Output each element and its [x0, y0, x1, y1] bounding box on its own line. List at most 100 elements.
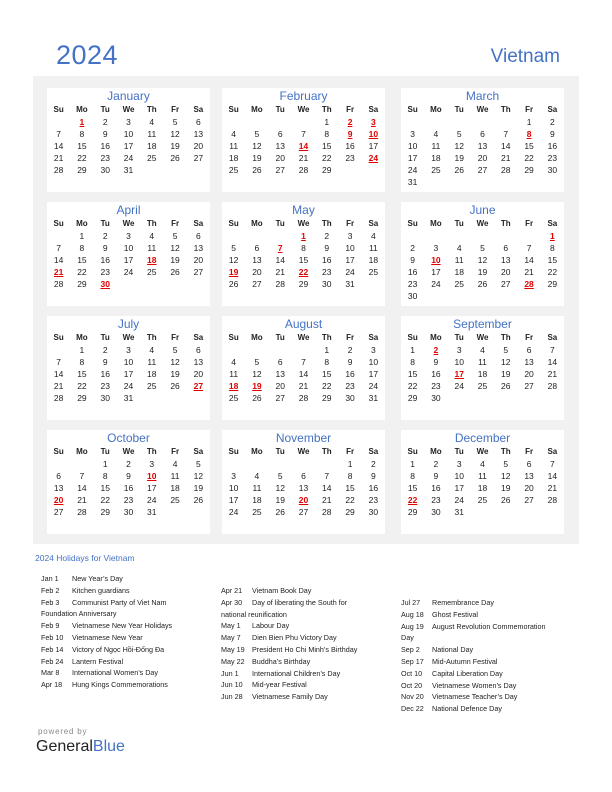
day-cell: 23	[100, 267, 110, 277]
holiday-name: National Day	[432, 645, 474, 655]
day-cell: 4	[456, 243, 462, 253]
holiday-day-cell: 21	[53, 267, 64, 277]
day-cell: 16	[547, 141, 558, 151]
day-cell: 11	[229, 141, 239, 151]
holiday-day-cell: 9	[347, 129, 353, 139]
day-cell: 9	[347, 357, 353, 367]
day-cell: 22	[77, 381, 87, 391]
weekday-label: Tu	[100, 447, 110, 456]
day-cell: 18	[170, 483, 180, 493]
weekday-label: Sa	[193, 447, 204, 456]
day-cell: 7	[503, 129, 509, 139]
empty-cell	[292, 458, 315, 470]
day-cell: 26	[193, 495, 204, 505]
weekday-label: Tu	[100, 333, 110, 342]
day-cell: 1	[410, 345, 415, 355]
day-cell: 23	[345, 381, 355, 391]
day-grid: Su Mo Tu We Th Fr Sa 1 2 3 4 5 6 7 8 9 10 11 12 13 14 15 16 17 1…	[47, 331, 210, 404]
day-cell: 15	[407, 369, 418, 379]
holiday-name: Vietnam Book Day	[252, 586, 312, 595]
day-cell: 29	[77, 393, 87, 403]
holiday-column-2: Apr 21 Vietnam Book Day Apr 30 Day of liber…	[221, 585, 357, 703]
day-cell: 26	[501, 381, 511, 391]
month-title: January	[107, 89, 150, 103]
day-cell: 10	[123, 129, 134, 139]
holiday-item: Mar 8 International Women’s Day	[41, 667, 172, 679]
holiday-column-3: Jul 27 Remembrance Day Aug 18 Ghost Festiva…	[401, 597, 545, 715]
day-cell: 7	[549, 345, 555, 355]
holiday-name: Vietnamese Women’s Day	[432, 680, 517, 690]
day-cell: 6	[195, 345, 201, 355]
day-cell: 6	[277, 129, 283, 139]
day-cell: 10	[407, 141, 418, 151]
weekday-label: Mo	[76, 333, 88, 342]
holiday-day-cell: 20	[298, 495, 309, 505]
day-cell: 13	[275, 141, 285, 151]
day-grid: Su Mo Tu We Th Fr Sa 1 2 3 4 5 6 7 8 9 10 11 12 13 14 15 16 17 1…	[222, 445, 385, 518]
day-grid: Su Mo Tu We Th Fr Sa 1 2 3 4 5 6 7 8 9 10 11 12 13 14 15 16 17 1…	[47, 445, 210, 518]
day-cell: 23	[407, 279, 418, 289]
day-cell: 2	[102, 117, 108, 127]
empty-cell	[315, 458, 338, 470]
day-cell: 15	[345, 483, 355, 493]
day-cell: 12	[275, 483, 285, 493]
day-cell: 6	[277, 357, 283, 367]
day-cell: 25	[477, 495, 488, 505]
holiday-day-cell: 2	[347, 117, 353, 127]
holiday-name: Vietnamese Teacher’s Day	[432, 692, 518, 702]
day-cell: 8	[410, 471, 415, 481]
day-cell: 20	[275, 381, 285, 391]
empty-cell	[448, 116, 471, 128]
day-cell: 8	[324, 357, 330, 367]
day-cell: 9	[102, 243, 108, 253]
day-cell: 16	[100, 255, 110, 265]
day-cell: 7	[324, 471, 330, 481]
day-cell: 14	[322, 483, 332, 493]
day-cell: 31	[368, 393, 379, 403]
month-september: September Su Mo Tu We Th Fr Sa 1 2 3 4 5 6 7 8 9 10 11 12 13…	[401, 316, 564, 420]
day-cell: 3	[410, 129, 415, 139]
day-cell: 8	[102, 471, 108, 481]
day-cell: 31	[123, 393, 134, 403]
holiday-item: Apr 18 Hung Kings Commemorations	[41, 679, 172, 691]
weekday-label: Fr	[525, 219, 534, 228]
day-cell: 14	[53, 141, 64, 151]
day-cell: 5	[480, 243, 485, 253]
day-grid: Su Mo Tu We Th Fr Sa 1 2 3 4 5 6 7 8 9 10 11 12 13 14 15 16 17 1…	[222, 217, 385, 290]
day-cell: 30	[345, 393, 355, 403]
day-cell: 29	[100, 507, 110, 517]
day-cell: 30	[100, 393, 110, 403]
empty-cell	[401, 116, 424, 128]
weekday-label: Fr	[171, 333, 180, 342]
holiday-item: Oct 20 Vietnamese Women’s Day	[401, 680, 545, 692]
weekday-label: Su	[53, 219, 64, 228]
day-cell: 29	[77, 165, 87, 175]
month-may: May Su Mo Tu We Th Fr Sa 1 2 3 4 5 6 7 8 9 10 11 12 13 14 15 16…	[222, 202, 385, 306]
day-cell: 12	[477, 255, 488, 265]
day-cell: 27	[193, 153, 204, 163]
day-cell: 12	[170, 357, 180, 367]
day-cell: 5	[231, 243, 236, 253]
holiday-item: Oct 10 Capital Liberation Day	[401, 668, 545, 680]
day-cell: 29	[407, 507, 418, 517]
day-cell: 23	[123, 495, 134, 505]
month-title: February	[279, 89, 328, 103]
holiday-day-cell: 22	[298, 267, 309, 277]
day-cell: 17	[123, 141, 134, 151]
day-cell: 11	[147, 129, 157, 139]
day-cell: 29	[77, 279, 87, 289]
holiday-name: National Defence Day	[432, 704, 502, 714]
day-cell: 12	[252, 369, 262, 379]
month-august: August Su Mo Tu We Th Fr Sa 1 2 3 4 5 6 7 8 9 10 11 12 13 14 1…	[222, 316, 385, 420]
generalblue-logo[interactable]: GeneralBlue	[36, 738, 125, 756]
day-cell: 27	[501, 279, 511, 289]
weekday-label: We	[122, 105, 135, 114]
day-cell: 26	[454, 165, 464, 175]
holiday-date: Oct 10	[401, 668, 423, 678]
day-cell: 19	[193, 483, 204, 493]
day-cell: 1	[102, 459, 108, 469]
day-cell: 30	[431, 393, 441, 403]
weekday-label: Sa	[368, 333, 379, 342]
weekday-label: Mo	[430, 219, 442, 228]
day-cell: 13	[524, 357, 534, 367]
